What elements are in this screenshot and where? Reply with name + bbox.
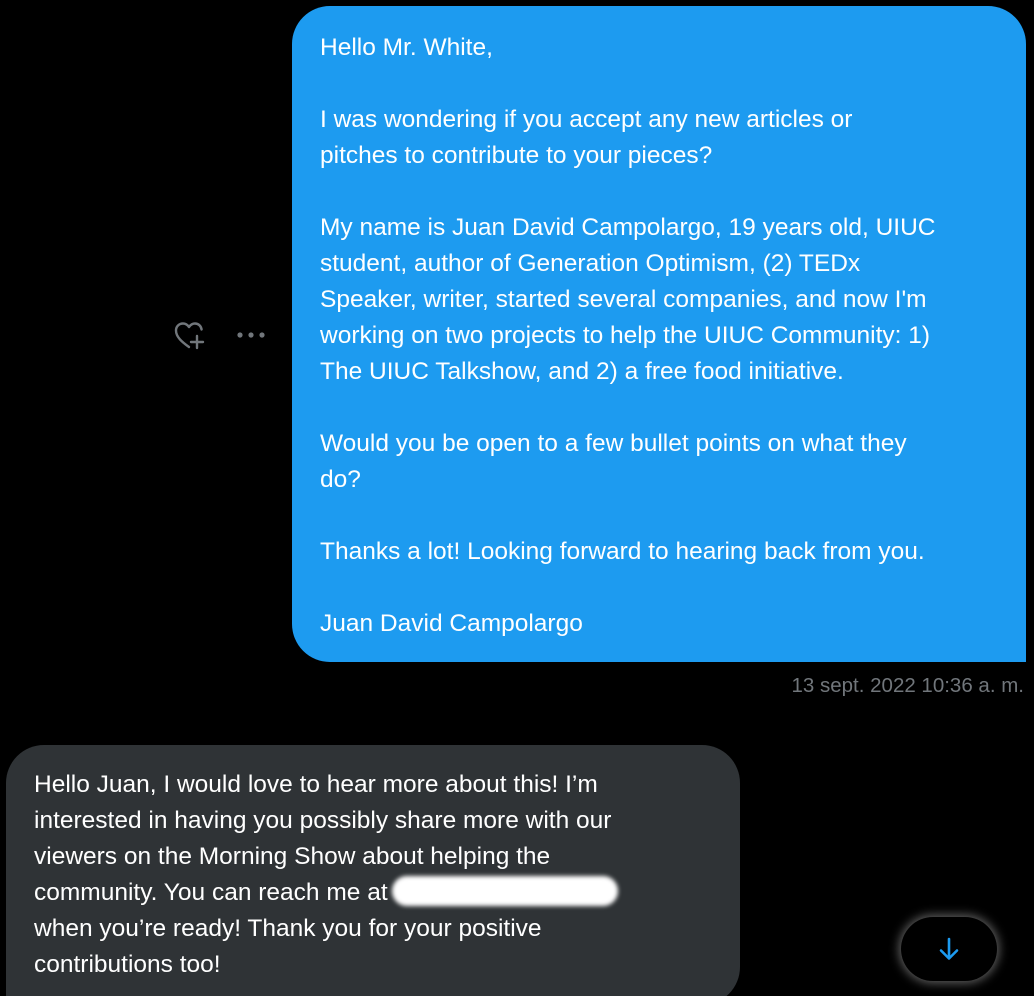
more-horizontal-icon[interactable] bbox=[232, 318, 272, 352]
received-text-part: when you’re ready! Thank you for your po… bbox=[34, 915, 542, 978]
sent-message-bubble[interactable]: Hello Mr. White, I was wondering if you … bbox=[292, 6, 1026, 662]
sent-message-paragraph: Would you be open to a few bullet points… bbox=[320, 430, 907, 493]
sent-message-paragraph: My name is Juan David Campolargo, 19 yea… bbox=[320, 214, 936, 385]
sent-message-paragraph: I was wondering if you accept any new ar… bbox=[320, 106, 853, 169]
message-timestamp: 13 sept. 2022 10:36 a. m. bbox=[791, 674, 1025, 697]
arrow-down-icon bbox=[939, 937, 959, 960]
received-message-text: Hello Juan, I would love to hear more ab… bbox=[34, 767, 720, 983]
redacted-contact bbox=[392, 875, 619, 906]
dm-conversation: Hello Mr. White, I was wondering if you … bbox=[0, 0, 1034, 996]
scroll-to-bottom-button[interactable] bbox=[901, 917, 997, 981]
received-message-bubble[interactable]: Hello Juan, I would love to hear more ab… bbox=[6, 745, 740, 996]
heart-plus-icon[interactable] bbox=[172, 318, 206, 352]
sent-message-paragraph: Juan David Campolargo bbox=[320, 610, 583, 637]
sent-message-paragraph: Thanks a lot! Looking forward to hearing… bbox=[320, 538, 925, 565]
sent-message-paragraph: Hello Mr. White, bbox=[320, 34, 493, 61]
